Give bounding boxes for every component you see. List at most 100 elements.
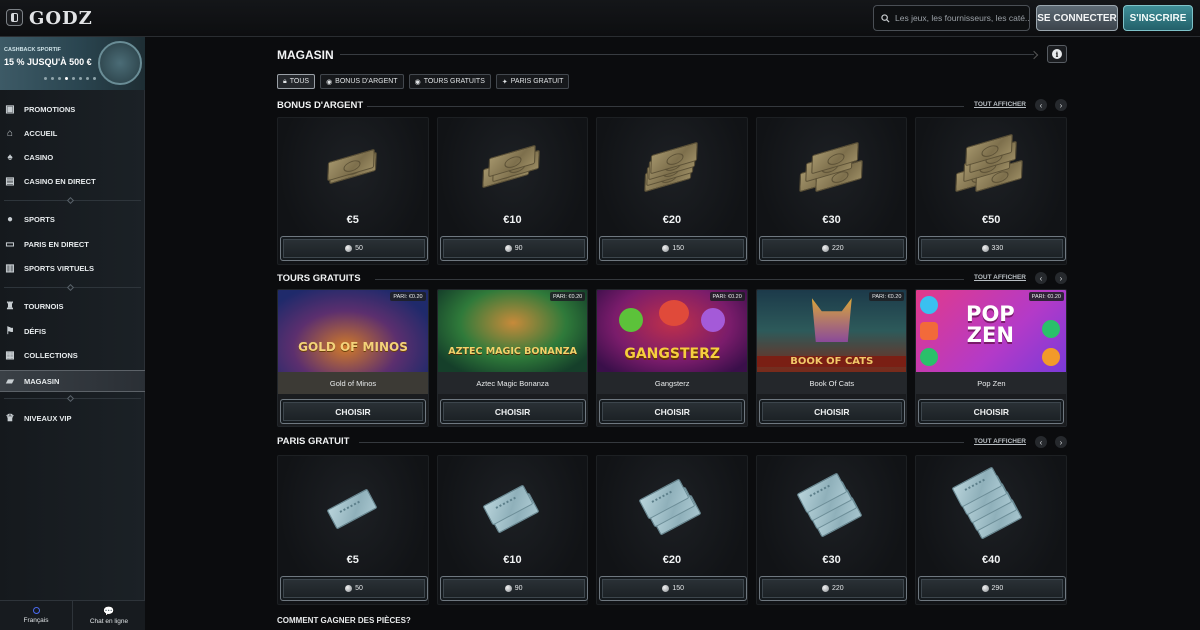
- carousel-next-button[interactable]: ›: [1055, 436, 1067, 448]
- buy-button[interactable]: 220: [758, 576, 907, 601]
- show-all-link[interactable]: TOUT AFFICHER: [974, 101, 1026, 108]
- filter-tab-paris-gratuit[interactable]: ✦ PARIS GRATUIT: [495, 74, 570, 89]
- section-divider: [367, 106, 964, 107]
- carousel-prev-button[interactable]: ‹: [1035, 436, 1047, 448]
- buy-button[interactable]: 50: [280, 236, 428, 261]
- search-input[interactable]: Les jeux, les fournisseurs, les caté...: [873, 5, 1030, 31]
- game-art-cat: [811, 298, 852, 342]
- info-button[interactable]: i: [1047, 45, 1067, 63]
- money-bonus-card[interactable]: €50 330: [915, 117, 1067, 265]
- money-bonus-card[interactable]: €5 50: [277, 117, 429, 265]
- site-logo[interactable]: GODZ: [29, 8, 93, 29]
- free-spins-card[interactable]: POP ZEN PARI: €0.20 Pop Zen CHOISIR: [915, 289, 1067, 427]
- sidebar-toggle-button[interactable]: [6, 9, 23, 26]
- buy-button[interactable]: 90: [439, 576, 588, 601]
- promo-emblem-image: [98, 41, 142, 85]
- sidebar-item-label: NIVEAUX VIP: [24, 413, 72, 423]
- promo-banner[interactable]: CASHBACK SPORTIF 15 % JUSQU'À 500 €: [0, 37, 145, 90]
- free-bet-card[interactable]: €40 290: [915, 455, 1067, 605]
- carousel-dot[interactable]: [58, 77, 61, 80]
- sidebar-item-casino[interactable]: ♠ CASINO: [0, 146, 145, 168]
- sidebar-item-magasin[interactable]: ▰ MAGASIN: [0, 370, 145, 392]
- sidebar-item-defis[interactable]: ⚑ DÉFIS: [0, 320, 145, 342]
- choose-button[interactable]: CHOISIR: [758, 399, 905, 424]
- free-spins-card[interactable]: BOOK OF CATS PARI: €0.20 Book Of Cats CH…: [755, 289, 908, 427]
- carousel-dot[interactable]: [44, 77, 47, 80]
- coin-cost: 90: [514, 245, 523, 252]
- choose-button[interactable]: CHOISIR: [918, 399, 1065, 424]
- free-bets-row: €5 50 €10 90 €20 150 €30 220 €40 290: [277, 455, 1067, 605]
- language-selector[interactable]: Français: [0, 600, 72, 630]
- choose-button[interactable]: CHOISIR: [439, 399, 586, 424]
- choose-button[interactable]: CHOISIR: [599, 399, 746, 424]
- carousel-dot[interactable]: [51, 77, 54, 80]
- buy-button[interactable]: 150: [599, 576, 748, 601]
- coin-cost: 290: [991, 585, 1004, 592]
- carousel-dot[interactable]: [86, 77, 89, 80]
- carousel-dot[interactable]: [72, 77, 75, 80]
- ticket-image: [323, 484, 383, 534]
- show-all-link[interactable]: TOUT AFFICHER: [974, 438, 1026, 445]
- promo-carousel-dots[interactable]: [44, 77, 96, 80]
- money-bonus-card[interactable]: €30 220: [755, 117, 908, 265]
- sidebar-item-sports-virtuels[interactable]: ▥ SPORTS VIRTUELS: [0, 257, 145, 279]
- filter-tab-tours-gratuits[interactable]: ◉ TOURS GRATUITS: [408, 74, 491, 89]
- free-bet-card[interactable]: €30 220: [755, 455, 908, 605]
- sidebar-item-sports[interactable]: ● SPORTS: [0, 208, 145, 230]
- carousel-dot-active[interactable]: [65, 77, 68, 80]
- buy-button[interactable]: 90: [439, 236, 588, 261]
- game-name: Gangsterz: [597, 372, 747, 394]
- sidebar-item-niveaux-vip[interactable]: ♛ NIVEAUX VIP: [0, 407, 145, 429]
- carousel-next-button[interactable]: ›: [1055, 272, 1067, 284]
- bet-badge: PARI: €0.20: [549, 292, 586, 301]
- sidebar-item-paris-en-direct[interactable]: ▭ PARIS EN DIRECT: [0, 233, 145, 255]
- sidebar-item-casino-en-direct[interactable]: ▤ CASINO EN DIRECT: [0, 170, 145, 192]
- buy-button[interactable]: 220: [758, 236, 907, 261]
- free-bet-card[interactable]: €20 150: [596, 455, 748, 605]
- buy-button[interactable]: 330: [918, 236, 1067, 261]
- sidebar-toggle-icon: [11, 13, 18, 22]
- free-bet-card[interactable]: €5 50: [277, 455, 429, 605]
- free-spins-card[interactable]: GOLD OF MINOS PARI: €0.20 Gold of Minos …: [277, 289, 429, 427]
- sidebar-item-promotions[interactable]: ▣ PROMOTIONS: [0, 98, 145, 120]
- register-button[interactable]: S'INSCRIRE: [1123, 5, 1193, 31]
- game-art-title: GOLD OF MINOS: [298, 340, 408, 354]
- filter-tab-bonus-argent[interactable]: ◉ BONUS D'ARGENT: [320, 74, 404, 89]
- free-spins-card[interactable]: GANGSTERZ PARI: €0.20 Gangsterz CHOISIR: [596, 289, 748, 427]
- filter-tab-tous[interactable]: 🔒︎ TOUS: [277, 74, 316, 89]
- tournament-icon: ♜: [5, 300, 15, 312]
- choose-button[interactable]: CHOISIR: [280, 399, 426, 424]
- sidebar-item-accueil[interactable]: ⌂ ACCUEIL: [0, 122, 145, 144]
- free-bet-card[interactable]: €10 90: [436, 455, 589, 605]
- carousel-next-button[interactable]: ›: [1055, 99, 1067, 111]
- carousel-dot[interactable]: [93, 77, 96, 80]
- sidebar: CASHBACK SPORTIF 15 % JUSQU'À 500 € ▣ PRO…: [0, 37, 145, 630]
- free-spins-card[interactable]: AZTEC MAGIC BONANZA PARI: €0.20 Aztec Ma…: [436, 289, 589, 427]
- game-name: Aztec Magic Bonanza: [437, 372, 588, 394]
- buy-button[interactable]: 150: [599, 236, 748, 261]
- bonus-amount: €50: [981, 214, 1001, 226]
- free-spins-row: GOLD OF MINOS PARI: €0.20 Gold of Minos …: [277, 289, 1067, 427]
- chevron-left-icon: ‹: [1039, 437, 1043, 447]
- money-bonus-card[interactable]: €10 90: [436, 117, 589, 265]
- carousel-prev-button[interactable]: ‹: [1035, 272, 1047, 284]
- show-all-link[interactable]: TOUT AFFICHER: [974, 274, 1026, 281]
- coin-cost: 50: [355, 585, 363, 592]
- coin-cost: 220: [831, 585, 844, 592]
- sidebar-item-tournois[interactable]: ♜ TOURNOIS: [0, 295, 145, 317]
- carousel-dot[interactable]: [79, 77, 82, 80]
- login-button[interactable]: SE CONNECTER: [1036, 5, 1118, 31]
- buy-button[interactable]: 50: [280, 576, 428, 601]
- section-title-tours-gratuits: TOURS GRATUITS: [277, 273, 361, 284]
- game-art-bubble: [1042, 320, 1061, 338]
- live-chat-button[interactable]: 💬 Chat en ligne: [72, 600, 145, 630]
- bet-amount: €10: [503, 554, 522, 566]
- buy-button[interactable]: 290: [918, 576, 1067, 601]
- carousel-prev-button[interactable]: ‹: [1035, 99, 1047, 111]
- filter-label: TOURS GRATUITS: [423, 78, 485, 85]
- ticket-image: [637, 478, 707, 536]
- money-bonus-card[interactable]: €20 150: [596, 117, 748, 265]
- chevron-right-icon: ›: [1059, 100, 1063, 110]
- sidebar-item-collections[interactable]: ▦ COLLECTIONS: [0, 344, 145, 366]
- bet-badge: PARI: €0.20: [1028, 292, 1064, 301]
